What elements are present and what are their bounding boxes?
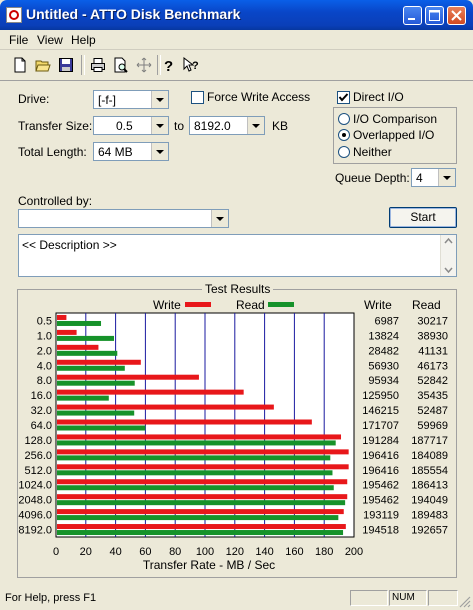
read-value: 186413 [411, 480, 448, 492]
category-label: 1.0 [37, 330, 52, 342]
write-value: 95934 [368, 375, 399, 387]
category-label: 0.5 [37, 315, 52, 327]
write-value: 193119 [363, 510, 399, 522]
read-value: 30217 [417, 315, 448, 327]
x-tick-label: 0 [53, 546, 59, 558]
read-value: 35435 [417, 390, 448, 402]
category-label: 4096.0 [18, 510, 52, 522]
read-bar [57, 425, 146, 431]
read-value: 38930 [417, 330, 448, 342]
transfer-rate-chart: 0 20 40 60 80 100 120 140 160 180 200 0.5 6987 30217 1… [18, 312, 448, 572]
write-bar [57, 419, 312, 425]
write-bar [57, 314, 67, 320]
read-bar [57, 335, 115, 341]
category-label: 2.0 [37, 345, 52, 357]
write-value: 125950 [362, 390, 399, 402]
read-bar [57, 515, 339, 521]
write-bar [57, 464, 349, 470]
read-bar [57, 365, 125, 371]
write-bar [57, 404, 274, 410]
x-tick-label: 200 [345, 546, 363, 558]
write-bar [57, 359, 141, 365]
write-bar [57, 389, 244, 395]
write-value: 196416 [362, 465, 399, 477]
status-panel-caps [350, 590, 388, 606]
write-value: 194518 [362, 525, 399, 537]
x-tick-label: 60 [139, 546, 151, 558]
category-label: 512.0 [24, 465, 52, 477]
read-value: 187717 [411, 435, 448, 447]
read-value: 189483 [411, 510, 448, 522]
x-tick-label: 140 [255, 546, 273, 558]
write-value: 56930 [368, 360, 399, 372]
read-bar [57, 350, 118, 356]
read-value: 46173 [417, 360, 448, 372]
read-value: 194049 [411, 495, 448, 507]
read-bar [57, 320, 102, 326]
write-value: 146215 [362, 405, 399, 417]
write-value: 6987 [375, 315, 399, 327]
category-label: 32.0 [31, 405, 52, 417]
category-label: 128.0 [24, 435, 52, 447]
write-bar [57, 509, 344, 515]
category-label: 1024.0 [18, 480, 52, 492]
read-bar [57, 440, 336, 446]
read-value: 59969 [417, 420, 448, 432]
read-bar [57, 500, 346, 506]
category-label: 2048.0 [18, 495, 52, 507]
write-bar [57, 374, 199, 380]
write-bar [57, 449, 349, 455]
write-value: 196416 [362, 450, 399, 462]
write-bar [57, 344, 99, 350]
x-tick-label: 160 [285, 546, 303, 558]
write-value: 195462 [362, 480, 399, 492]
write-value: 191284 [362, 435, 399, 447]
write-value: 171707 [362, 420, 399, 432]
x-tick-label: 80 [169, 546, 181, 558]
x-tick-label: 180 [315, 546, 333, 558]
read-value: 52487 [417, 405, 448, 417]
status-help-text: For Help, press F1 [5, 592, 97, 604]
write-value: 13824 [368, 330, 399, 342]
x-tick-label: 20 [80, 546, 92, 558]
write-bar [57, 479, 348, 485]
write-bar [57, 494, 348, 500]
category-label: 8192.0 [18, 525, 52, 537]
read-bar [57, 395, 109, 401]
read-value: 52842 [417, 375, 448, 387]
x-axis-label: Transfer Rate - MB / Sec [143, 558, 275, 572]
read-value: 192657 [411, 525, 448, 537]
read-bar [57, 380, 135, 386]
x-tick-label: 120 [226, 546, 244, 558]
category-label: 16.0 [31, 390, 52, 402]
x-tick-label: 100 [196, 546, 214, 558]
write-bar [57, 524, 346, 530]
read-bar [57, 410, 135, 416]
write-value: 195462 [362, 495, 399, 507]
status-panel-scroll [428, 590, 458, 606]
x-tick-label: 40 [109, 546, 121, 558]
read-bar [57, 530, 344, 536]
category-label: 4.0 [37, 360, 52, 372]
write-value: 28482 [368, 345, 399, 357]
read-bar [57, 485, 334, 491]
write-bar [57, 329, 77, 335]
category-label: 8.0 [37, 375, 52, 387]
read-bar [57, 470, 333, 476]
read-value: 41131 [418, 345, 448, 357]
read-value: 184089 [411, 450, 448, 462]
read-bar [57, 455, 331, 461]
category-label: 256.0 [24, 450, 52, 462]
resize-grip-icon[interactable] [458, 595, 471, 608]
read-value: 185554 [411, 465, 448, 477]
write-bar [57, 434, 342, 440]
status-num: NUM [389, 590, 427, 606]
category-label: 64.0 [31, 420, 52, 432]
